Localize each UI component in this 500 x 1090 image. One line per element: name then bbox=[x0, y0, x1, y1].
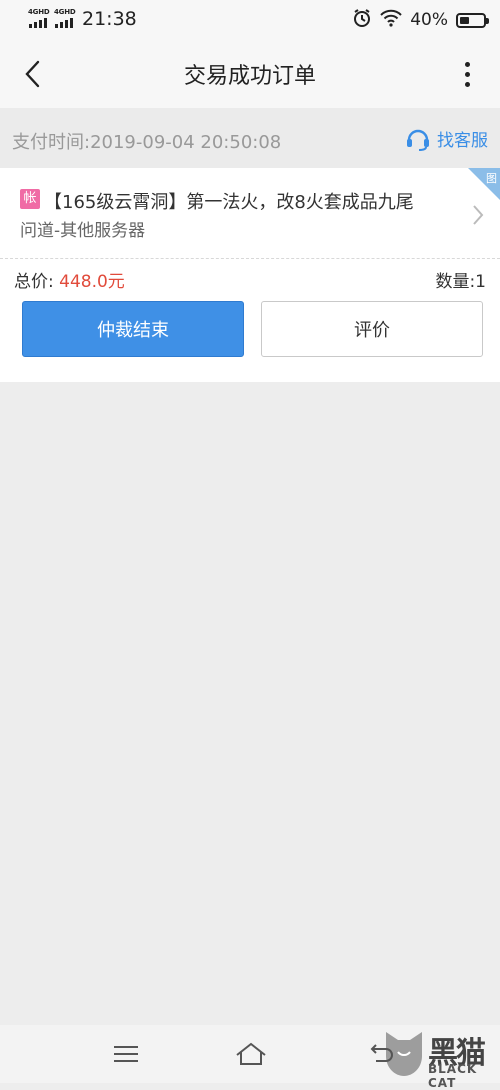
product-server: 问道-其他服务器 bbox=[20, 221, 146, 241]
black-cat-watermark: 黑猫 BLACK CAT bbox=[384, 1026, 494, 1090]
battery-percent: 40% bbox=[410, 10, 448, 30]
more-vertical-icon bbox=[464, 61, 470, 67]
order-total: 总价: 448.0元 bbox=[14, 267, 125, 292]
review-button[interactable]: 评价 bbox=[261, 301, 483, 357]
order-quantity: 数量:1 bbox=[435, 272, 486, 292]
arbitration-ended-button[interactable]: 仲裁结束 bbox=[22, 301, 244, 357]
status-time: 21:38 bbox=[82, 8, 137, 30]
product-title: 【165级云霄洞】第一法火，改8火套成品九尾 bbox=[44, 192, 414, 213]
status-bar: 4GHD 4GHD 21:38 40% bbox=[0, 0, 500, 40]
watermark-brand-en: BLACK CAT bbox=[428, 1062, 478, 1090]
order-card: 帐 【165级云霄洞】第一法火，改8火套成品九尾 问道-其他服务器 图 总价: … bbox=[0, 168, 500, 382]
battery-icon bbox=[456, 12, 489, 28]
black-cat-logo-icon bbox=[386, 1032, 422, 1076]
product-item[interactable]: 帐 【165级云霄洞】第一法火，改8火套成品九尾 问道-其他服务器 图 bbox=[0, 168, 500, 259]
signal-icon: 4GHD bbox=[28, 8, 52, 30]
account-tag-badge: 帐 bbox=[20, 189, 40, 209]
wifi-icon bbox=[380, 9, 402, 31]
page-title: 交易成功订单 bbox=[183, 64, 316, 89]
network-type-2: 4GHD bbox=[54, 8, 76, 16]
network-type-1: 4GHD bbox=[28, 8, 50, 16]
menu-icon[interactable] bbox=[114, 1046, 138, 1062]
chevron-right-icon bbox=[472, 204, 484, 230]
total-label: 总价: bbox=[14, 272, 54, 292]
corner-badge-label: 图 bbox=[486, 172, 497, 185]
headset-icon bbox=[407, 129, 429, 151]
home-icon[interactable] bbox=[234, 1041, 268, 1071]
alarm-icon bbox=[352, 8, 372, 32]
app-header: 交易成功订单 bbox=[0, 40, 500, 108]
contact-service-label: 找客服 bbox=[437, 131, 488, 151]
more-options-button[interactable] bbox=[460, 56, 474, 92]
signal-icon-2: 4GHD bbox=[54, 8, 78, 30]
contact-service-button[interactable]: 找客服 bbox=[405, 126, 488, 151]
total-amount: 448.0元 bbox=[59, 272, 125, 292]
payment-info-bar: 支付时间:2019-09-04 20:50:08 找客服 bbox=[0, 108, 500, 168]
payment-time: 支付时间:2019-09-04 20:50:08 bbox=[12, 132, 282, 153]
